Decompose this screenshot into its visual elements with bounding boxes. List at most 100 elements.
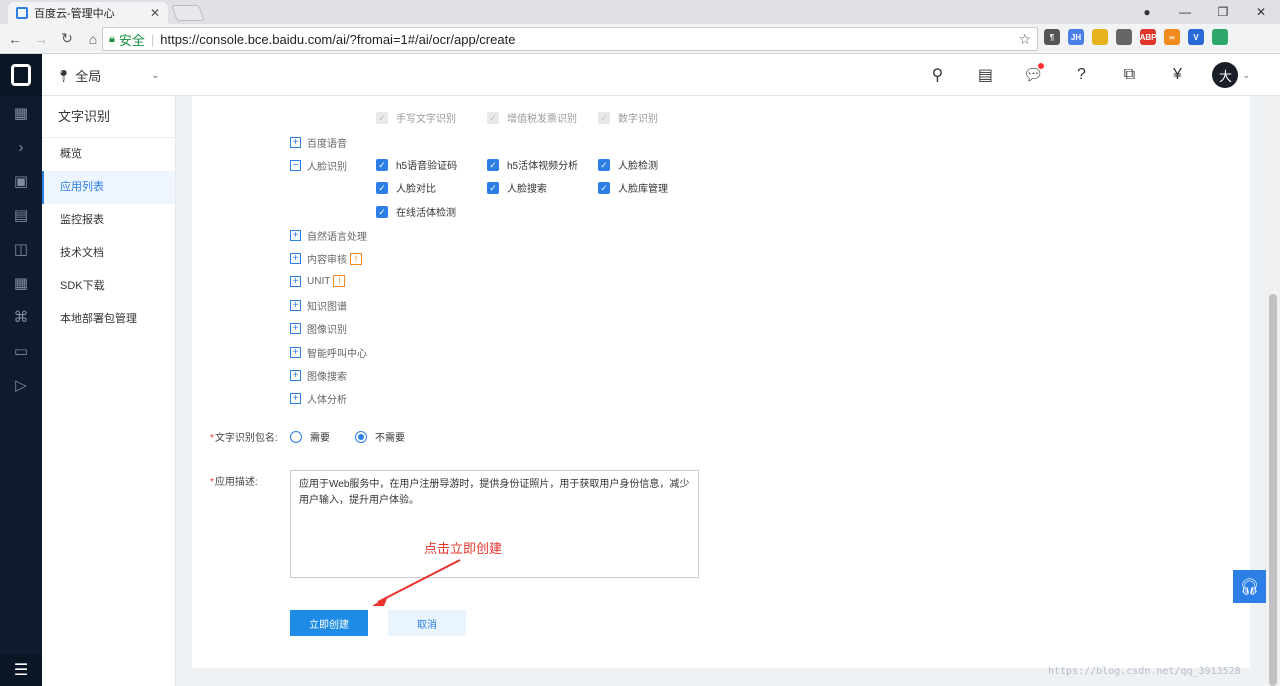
sidebar-item-overview[interactable]: 概览 xyxy=(42,138,175,171)
expand-plus-icon[interactable]: + xyxy=(290,347,301,358)
home-icon[interactable]: ⌂ xyxy=(82,31,104,47)
service-content-audit[interactable]: + 内容审核! xyxy=(290,251,362,266)
restore-icon[interactable]: ❐ xyxy=(1204,5,1242,19)
service-nlp[interactable]: + 自然语言处理 xyxy=(290,228,367,243)
checkbox-h5-liveness-video[interactable]: ✓ h5活体视频分析 xyxy=(487,157,578,172)
ext-jh-icon[interactable]: JH xyxy=(1068,29,1084,45)
header-actions: ⚲ ▤ 💬︎ ? ⧉ ¥ 大 ⌄ xyxy=(924,62,1250,88)
bookmark-star-icon[interactable]: ☆ xyxy=(1018,31,1031,48)
checkbox-label: h5语音验证码 xyxy=(396,161,458,172)
ext-infinity-icon[interactable]: ∞ xyxy=(1164,29,1180,45)
menu-icon[interactable]: ☰ xyxy=(0,654,42,686)
service-unit[interactable]: + UNIT! xyxy=(290,275,346,287)
checkbox-face-search[interactable]: ✓ 人脸搜索 xyxy=(487,180,547,195)
dashboard-icon[interactable]: ▦ xyxy=(0,96,42,130)
ext-paragraph-icon[interactable]: ¶ xyxy=(1044,29,1060,45)
products-icon[interactable]: ▣ xyxy=(0,164,42,198)
service-image-recognition[interactable]: + 图像识别 xyxy=(290,321,347,336)
sidebar-item-local-deploy[interactable]: 本地部署包管理 xyxy=(42,303,175,336)
baidu-cloud-logo[interactable] xyxy=(0,54,42,96)
avatar-chevron-icon[interactable]: ⌄ xyxy=(1242,70,1250,81)
expand-plus-icon[interactable]: + xyxy=(290,137,301,148)
sidebar-item-app-list[interactable]: 应用列表 xyxy=(42,171,175,204)
ext-v-icon[interactable]: V xyxy=(1188,29,1204,45)
description-textarea[interactable]: 应用于Web服务中，在用户注册导游时，提供身份证照片，用于获取用户身份信息，减少… xyxy=(290,470,699,578)
expand-plus-icon[interactable]: + xyxy=(290,230,301,241)
checkbox-online-liveness[interactable]: ✓ 在线活体检测 xyxy=(376,204,456,219)
ext-abp-icon[interactable]: ABP xyxy=(1140,29,1156,45)
check-icon: ✓ xyxy=(598,111,610,124)
service-image-search[interactable]: + 图像搜索 xyxy=(290,368,347,383)
create-now-button[interactable]: 立即创建 xyxy=(290,610,368,636)
video-icon[interactable]: ▭ xyxy=(0,334,42,368)
sidebar-item-monitoring[interactable]: 监控报表 xyxy=(42,204,175,237)
organization-icon[interactable]: ⧉ xyxy=(1116,62,1142,88)
service-face[interactable]: − 人脸识别 xyxy=(290,158,347,173)
account-icon[interactable]: ● xyxy=(1128,5,1166,19)
ext-colorful-icon[interactable] xyxy=(1092,29,1108,45)
media-icon[interactable]: ▷ xyxy=(0,368,42,402)
cancel-button[interactable]: 取消 xyxy=(388,610,466,636)
forward-icon[interactable]: → xyxy=(30,31,52,47)
check-icon: ✓ xyxy=(487,181,499,194)
browser-tab[interactable]: 百度云-管理中心 ✕ xyxy=(8,2,168,24)
messages-icon[interactable]: 💬︎ xyxy=(1020,62,1046,88)
checkbox-face-compare[interactable]: ✓ 人脸对比 xyxy=(376,180,436,195)
package-name-label: *文字识别包名: xyxy=(210,433,278,444)
url-field[interactable]: 🔒︎ 安全 | https://console.bce.baidu.com/ai… xyxy=(102,27,1038,51)
expand-plus-icon[interactable]: + xyxy=(290,253,301,264)
checkbox-h5-voice-code[interactable]: ✓ h5语音验证码 xyxy=(376,157,457,172)
service-label: 图像搜索 xyxy=(307,372,347,383)
checkbox-numbers: ✓ 数字识别 xyxy=(598,110,658,125)
service-label: 百度语音 xyxy=(307,139,347,150)
baidu-cloud-favicon-icon xyxy=(16,7,28,19)
expand-chevron-icon[interactable]: › xyxy=(0,130,42,164)
region-selector[interactable]: 📍︎ 全局 ⌄ xyxy=(56,66,160,85)
radio-need[interactable]: 需要 xyxy=(290,429,330,444)
checkbox-label: h5活体视频分析 xyxy=(507,161,579,172)
collapse-minus-icon[interactable]: − xyxy=(290,160,301,171)
radio-no-need[interactable]: 不需要 xyxy=(355,429,405,444)
search-icon[interactable]: ⚲ xyxy=(924,62,950,88)
sidebar-title: 文字识别 xyxy=(42,96,175,138)
ext-globe-icon[interactable] xyxy=(1212,29,1228,45)
sidebar-item-docs[interactable]: 技术文档 xyxy=(42,237,175,270)
page-scrollbar[interactable] xyxy=(1266,96,1280,686)
orders-icon[interactable]: ▤ xyxy=(972,62,998,88)
network-icon[interactable]: ⌘ xyxy=(0,300,42,334)
help-icon[interactable]: ? xyxy=(1068,62,1094,88)
expand-plus-icon[interactable]: + xyxy=(290,370,301,381)
minimize-icon[interactable]: — xyxy=(1166,5,1204,19)
checkbox-face-library[interactable]: ✓ 人脸库管理 xyxy=(598,180,668,195)
expand-plus-icon[interactable]: + xyxy=(290,323,301,334)
expand-plus-icon[interactable]: + xyxy=(290,300,301,311)
sidebar-item-sdk[interactable]: SDK下载 xyxy=(42,270,175,303)
scrollbar-thumb[interactable] xyxy=(1269,294,1277,686)
new-tab-button[interactable] xyxy=(171,5,205,21)
apps-icon[interactable]: ▦ xyxy=(0,266,42,300)
billing-icon[interactable]: ¥ xyxy=(1164,62,1190,88)
window-close-icon[interactable]: ✕ xyxy=(1242,5,1280,19)
service-knowledge-graph[interactable]: + 知识图谱 xyxy=(290,298,347,313)
reload-icon[interactable]: ↻ xyxy=(56,30,78,47)
close-icon[interactable]: ✕ xyxy=(150,6,160,20)
console-header: 📍︎ 全局 ⌄ ⚲ ▤ 💬︎ ? ⧉ ¥ 大 ⌄ xyxy=(42,54,1280,96)
database-icon[interactable]: ◫ xyxy=(0,232,42,266)
service-speech[interactable]: + 百度语音 xyxy=(290,135,347,150)
docs-icon[interactable]: ▤ xyxy=(0,198,42,232)
check-icon: ✓ xyxy=(376,111,388,124)
window-controls: ● — ❐ ✕ xyxy=(1128,0,1280,24)
ext-grid-icon[interactable] xyxy=(1116,29,1132,45)
expand-plus-icon[interactable]: + xyxy=(290,275,301,287)
service-call-center[interactable]: + 智能呼叫中心 xyxy=(290,345,367,360)
headset-support-icon[interactable]: 🎧︎ xyxy=(1233,570,1266,603)
warning-icon: ! xyxy=(333,275,346,287)
url-separator: | xyxy=(150,31,155,47)
expand-plus-icon[interactable]: + xyxy=(290,393,301,404)
checkbox-label: 人脸库管理 xyxy=(618,184,668,195)
back-icon[interactable]: ← xyxy=(4,31,26,47)
avatar[interactable]: 大 xyxy=(1212,62,1239,88)
checkbox-handwriting: ✓ 手写文字识别 xyxy=(376,110,456,125)
checkbox-face-detect[interactable]: ✓ 人脸检测 xyxy=(598,157,658,172)
service-body-analysis[interactable]: + 人体分析 xyxy=(290,391,347,406)
